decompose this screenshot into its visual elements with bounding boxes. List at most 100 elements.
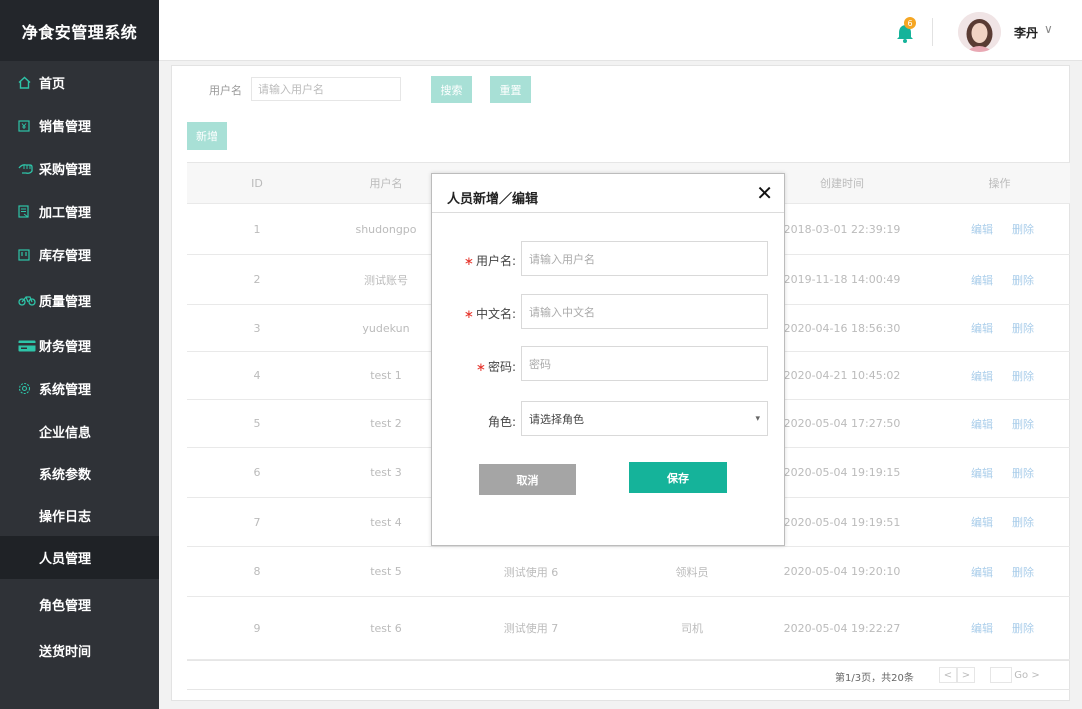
cell-created: 2020-05-04 19:19:15: [783, 466, 901, 479]
edit-link[interactable]: 编辑: [962, 597, 1002, 659]
add-button[interactable]: 新增: [187, 122, 227, 150]
edit-link[interactable]: 编辑: [962, 305, 1002, 351]
cell-id: 2: [253, 273, 261, 286]
next-page-button[interactable]: >: [957, 667, 975, 683]
edit-link[interactable]: 编辑: [962, 255, 1002, 304]
app-logo-title: 净食安管理系统: [0, 0, 159, 61]
cell-created: 2019-11-18 14:00:49: [783, 273, 901, 286]
user-edit-dialog: 人员新增／编辑 ✕ ∗ 用户名: 请输入用户名 ∗ 中文名: 请输入中文名 ∗ 密码:…: [431, 173, 785, 546]
edit-link[interactable]: 编辑: [962, 400, 1002, 447]
cell-username: yudekun: [362, 321, 410, 335]
edit-link[interactable]: 编辑: [962, 547, 1002, 596]
chinese-name-label: ∗ 中文名:: [446, 305, 516, 322]
cell-username: test 5: [370, 565, 402, 578]
cell-username: test 3: [370, 466, 402, 479]
delete-link[interactable]: 删除: [1003, 255, 1043, 304]
sidebar-item-operation-log[interactable]: 操作日志: [0, 494, 159, 536]
delete-link[interactable]: 删除: [1003, 352, 1043, 399]
sidebar-item-inventory[interactable]: 库存管理: [0, 233, 159, 276]
sidebar-item-label: 系统参数: [39, 467, 92, 483]
cell-chinese-name: 测试使用 7: [503, 622, 559, 635]
page-jump-input[interactable]: [990, 667, 1012, 683]
prev-page-button[interactable]: <: [939, 667, 957, 683]
cell-username: test 6: [370, 621, 402, 635]
sidebar-item-label: 财务管理: [39, 340, 92, 355]
sidebar-item-home[interactable]: 首页: [0, 61, 159, 104]
role-select[interactable]: 请选择角色 ▾: [521, 401, 768, 436]
field-label-text: 用户名:: [475, 254, 516, 268]
delete-link[interactable]: 删除: [1003, 448, 1043, 497]
cell-role: 领料员: [675, 565, 709, 579]
cell-id: 9: [253, 621, 261, 635]
sidebar-item-label: 销售管理: [39, 120, 92, 135]
edit-link[interactable]: 编辑: [962, 448, 1002, 497]
go-button[interactable]: Go >: [1012, 667, 1042, 683]
field-label-text: 密码:: [487, 360, 516, 374]
sidebar-item-system-params[interactable]: 系统参数: [0, 452, 159, 494]
cell-id: 7: [253, 515, 261, 529]
sidebar-item-process[interactable]: 加工管理: [0, 190, 159, 233]
table-row: 9 test 6 测试使用 7 司机 2020-05-04 19:22:27 编辑 删除: [187, 597, 1070, 660]
sidebar: 净食安管理系统 首页 销售管理 采购管理 加工管理 库存管理 质量管理 财务管理…: [0, 0, 159, 709]
sidebar-item-label: 系统管理: [39, 383, 92, 398]
top-bar: 6 李丹 ∨: [159, 0, 1082, 61]
sidebar-item-company-info[interactable]: 企业信息: [0, 410, 159, 452]
sidebar-item-label: 角色管理: [39, 598, 92, 614]
sidebar-item-sales[interactable]: 销售管理: [0, 104, 159, 147]
hand-icon: [18, 162, 36, 175]
cell-role: 司机: [681, 622, 703, 635]
dialog-title: 人员新增／编辑: [447, 192, 539, 207]
chinese-name-field[interactable]: 请输入中文名: [521, 294, 768, 329]
save-button[interactable]: 保存: [629, 462, 727, 493]
sidebar-nav: 首页 销售管理 采购管理 加工管理 库存管理 质量管理 财务管理 系统管理 企业…: [0, 61, 159, 671]
chevron-down-icon: ▾: [755, 413, 760, 424]
edit-link[interactable]: 编辑: [962, 352, 1002, 399]
cell-created: 2020-04-16 18:56:30: [783, 321, 901, 335]
cell-created: 2020-05-04 19:20:10: [783, 565, 901, 578]
sidebar-item-finance[interactable]: 财务管理: [0, 324, 159, 367]
cell-id: 1: [253, 222, 261, 236]
reset-button[interactable]: 重置: [490, 76, 531, 103]
password-field[interactable]: 密码: [521, 346, 768, 381]
delete-link[interactable]: 删除: [1003, 498, 1043, 546]
cell-username: test 4: [370, 515, 402, 529]
delete-link[interactable]: 删除: [1003, 547, 1043, 596]
cancel-button[interactable]: 取消: [479, 464, 576, 495]
sidebar-item-label: 加工管理: [39, 206, 92, 221]
required-marker: ∗: [463, 254, 474, 268]
search-input[interactable]: 请输入用户名: [251, 77, 401, 101]
inventory-icon: [18, 248, 36, 261]
cell-username: shudongpo: [355, 222, 417, 236]
delete-link[interactable]: 删除: [1003, 597, 1043, 659]
edit-link[interactable]: 编辑: [962, 204, 1002, 254]
sidebar-item-label: 采购管理: [39, 163, 92, 178]
sidebar-item-personnel[interactable]: 人员管理: [0, 536, 159, 579]
edit-link[interactable]: 编辑: [962, 498, 1002, 546]
pagination: 第1/3页，共20条 < > Go >: [187, 660, 1070, 690]
pagination-info: 第1/3页，共20条: [835, 673, 914, 684]
field-label-text: 角色:: [487, 415, 516, 429]
user-table: ID 用户名 创建时间 操作 1 shudongpo 2018-03-01 22:3…: [187, 162, 1070, 660]
sidebar-item-label: 人员管理: [39, 552, 92, 567]
sidebar-item-roles[interactable]: 角色管理: [0, 579, 159, 629]
sidebar-item-delivery-time[interactable]: 送货时间: [0, 629, 159, 671]
sidebar-item-label: 首页: [39, 77, 66, 92]
user-name[interactable]: 李丹: [1014, 24, 1038, 41]
dialog-header: 人员新增／编辑 ✕: [432, 174, 784, 213]
field-label-text: 中文名:: [475, 307, 516, 321]
username-field[interactable]: 请输入用户名: [521, 241, 768, 276]
cell-username: 测试账号: [364, 273, 408, 287]
search-button[interactable]: 搜索: [431, 76, 472, 103]
delete-link[interactable]: 删除: [1003, 204, 1043, 254]
avatar[interactable]: [958, 12, 1001, 52]
chevron-down-icon[interactable]: ∨: [1044, 22, 1053, 36]
sidebar-item-purchase[interactable]: 采购管理: [0, 147, 159, 190]
sidebar-item-quality[interactable]: 质量管理: [0, 276, 159, 324]
sidebar-item-system[interactable]: 系统管理: [0, 367, 159, 410]
required-marker: ∗: [463, 307, 474, 321]
cell-id: 6: [253, 466, 261, 479]
close-icon[interactable]: ✕: [756, 181, 773, 205]
cell-created: 2020-05-04 19:19:51: [783, 515, 901, 529]
delete-link[interactable]: 删除: [1003, 305, 1043, 351]
delete-link[interactable]: 删除: [1003, 400, 1043, 447]
